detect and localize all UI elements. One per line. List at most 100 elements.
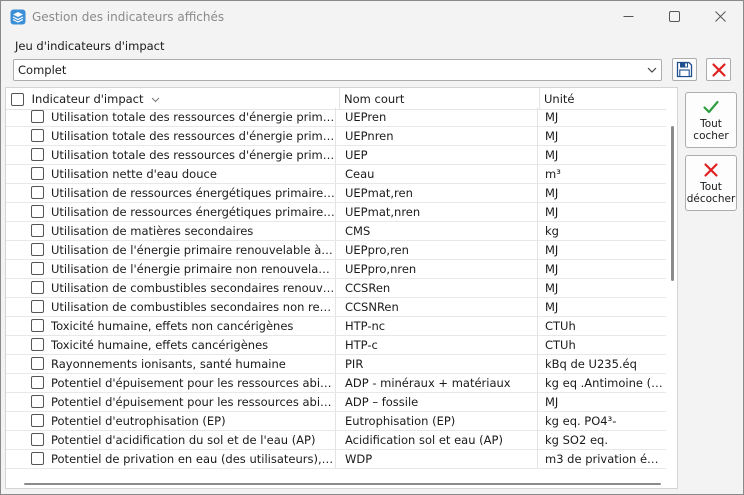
indicator-short-name: ADP – fossile	[345, 393, 538, 411]
row-checkbox[interactable]	[31, 110, 45, 124]
indicator-unit: kg	[545, 224, 559, 238]
row-checkbox[interactable]	[31, 224, 45, 238]
table-row[interactable]: Utilisation de l'énergie primaire renouv…	[6, 241, 666, 260]
table-row[interactable]: Utilisation totale des ressources d'éner…	[6, 127, 666, 146]
indicator-unit: MJ	[545, 205, 559, 219]
indicator-unit: MJ	[545, 186, 559, 200]
row-checkbox[interactable]	[31, 452, 45, 466]
red-cross-icon	[704, 163, 718, 177]
indicator-name: Utilisation de ressources énergétiques p…	[51, 203, 336, 221]
row-checkbox[interactable]	[31, 338, 45, 352]
indicator-unit: kBq de U235.éq	[545, 357, 637, 371]
indicator-short-name: HTP-nc	[345, 317, 538, 335]
uncheck-all-label-line1: Tout	[700, 181, 722, 193]
table-row[interactable]: Utilisation de matières secondaires CMS kg	[6, 222, 666, 241]
window-title: Gestion des indicateurs affichés	[32, 10, 225, 24]
row-checkbox[interactable]	[31, 186, 45, 200]
vertical-scrollbar[interactable]	[667, 88, 677, 488]
indicator-name: Potentiel de privation en eau (des utili…	[51, 450, 336, 468]
table-row[interactable]: Utilisation de l'énergie primaire non re…	[6, 260, 666, 279]
indicator-short-name: WDP	[345, 450, 538, 468]
header-select-all-checkbox[interactable]	[11, 93, 24, 106]
row-checkbox[interactable]	[31, 300, 45, 314]
table-row[interactable]: Utilisation totale des ressources d'éner…	[6, 108, 666, 127]
grid-rows: Utilisation totale des ressources d'éner…	[6, 108, 666, 469]
table-row[interactable]: Utilisation nette d'eau douce Ceau m³	[6, 165, 666, 184]
uncheck-all-button[interactable]: Tout décocher	[685, 155, 737, 211]
table-row[interactable]: Utilisation totale des ressources d'éner…	[6, 146, 666, 165]
indicator-name: Utilisation nette d'eau douce	[51, 165, 336, 183]
indicator-unit: MJ	[545, 262, 559, 276]
chevron-down-icon	[647, 67, 657, 73]
indicator-name: Potentiel d'épuisement pour les ressourc…	[51, 374, 336, 392]
check-all-label-line1: Tout	[700, 118, 722, 130]
indicator-unit: MJ	[545, 281, 559, 295]
table-row[interactable]: Utilisation de combustibles secondaires …	[6, 279, 666, 298]
green-check-icon	[703, 100, 719, 114]
row-checkbox[interactable]	[31, 167, 45, 181]
row-checkbox[interactable]	[31, 205, 45, 219]
table-row[interactable]: Potentiel d'épuisement pour les ressourc…	[6, 393, 666, 412]
indicator-short-name: CCSRen	[345, 279, 538, 297]
indicator-unit: kg SO2 eq.	[545, 433, 608, 447]
indicator-name: Potentiel d'épuisement pour les ressourc…	[51, 393, 336, 411]
indicator-set-combobox[interactable]: Complet	[13, 59, 662, 81]
indicator-name: Utilisation de matières secondaires	[51, 222, 336, 240]
header-short-column[interactable]: Nom court	[339, 88, 539, 110]
indicator-set-value: Complet	[18, 63, 67, 77]
table-row[interactable]: Rayonnements ionisants, santé humaine PIR…	[6, 355, 666, 374]
row-checkbox[interactable]	[31, 148, 45, 162]
table-row[interactable]: Potentiel d'eutrophisation (EP) Eutrophis…	[6, 412, 666, 431]
header-unit-column[interactable]: Unité	[539, 88, 666, 110]
table-row[interactable]: Utilisation de combustibles secondaires …	[6, 298, 666, 317]
horizontal-scrollbar[interactable]	[6, 478, 666, 488]
vertical-scrollbar-thumb[interactable]	[671, 126, 674, 281]
table-row[interactable]: Utilisation de ressources énergétiques p…	[6, 184, 666, 203]
row-checkbox[interactable]	[31, 433, 45, 447]
header-unit-label: Unité	[544, 92, 575, 106]
horizontal-scrollbar-thumb[interactable]	[24, 483, 661, 485]
minimize-button[interactable]	[605, 1, 651, 32]
delete-set-button[interactable]	[706, 58, 731, 81]
indicator-unit: CTUh	[545, 338, 576, 352]
indicator-short-name: UEPnren	[345, 127, 538, 145]
table-row[interactable]: Potentiel d'acidification du sol et de l…	[6, 431, 666, 450]
check-all-button[interactable]: Tout cocher	[685, 92, 737, 148]
row-checkbox[interactable]	[31, 395, 45, 409]
row-checkbox[interactable]	[31, 357, 45, 371]
row-checkbox[interactable]	[31, 243, 45, 257]
indicator-name: Rayonnements ionisants, santé humaine	[51, 355, 336, 373]
table-row[interactable]: Toxicité humaine, effets cancérigènes HTP…	[6, 336, 666, 355]
row-checkbox[interactable]	[31, 129, 45, 143]
row-checkbox[interactable]	[31, 414, 45, 428]
indicator-short-name: PIR	[345, 355, 538, 373]
indicator-unit: MJ	[545, 395, 559, 409]
check-all-label-line2: cocher	[693, 130, 729, 142]
indicator-unit: m3 de privation équ...	[545, 452, 663, 466]
dialog-window: Gestion des indicateurs affichés Jeu d'i…	[0, 0, 744, 495]
header-name-column[interactable]: Indicateur d'impact	[6, 88, 339, 110]
indicator-short-name: Acidification sol et eau (AP)	[345, 431, 538, 449]
indicator-short-name: ADP - minéraux + matériaux	[345, 374, 538, 392]
row-checkbox[interactable]	[31, 376, 45, 390]
uncheck-all-label-line2: décocher	[686, 193, 736, 205]
indicator-unit: MJ	[545, 243, 559, 257]
row-checkbox[interactable]	[31, 319, 45, 333]
table-row[interactable]: Toxicité humaine, effets non cancérigène…	[6, 317, 666, 336]
header-name-label: Indicateur d'impact	[31, 92, 144, 106]
indicator-unit: MJ	[545, 129, 559, 143]
indicator-name: Utilisation totale des ressources d'éner…	[51, 127, 336, 145]
maximize-button[interactable]	[651, 1, 697, 32]
indicator-short-name: UEPmat,ren	[345, 184, 538, 202]
indicator-short-name: CCSNRen	[345, 298, 538, 316]
table-row[interactable]: Potentiel de privation en eau (des utili…	[6, 450, 666, 469]
save-set-button[interactable]	[672, 58, 697, 81]
row-checkbox[interactable]	[31, 262, 45, 276]
indicator-name: Utilisation de combustibles secondaires …	[51, 279, 336, 297]
table-row[interactable]: Utilisation de ressources énergétiques p…	[6, 203, 666, 222]
indicator-short-name: UEPren	[345, 108, 538, 126]
close-button[interactable]	[697, 1, 743, 32]
row-checkbox[interactable]	[31, 281, 45, 295]
indicator-grid: Indicateur d'impact Nom court Unité Util…	[5, 87, 678, 489]
table-row[interactable]: Potentiel d'épuisement pour les ressourc…	[6, 374, 666, 393]
